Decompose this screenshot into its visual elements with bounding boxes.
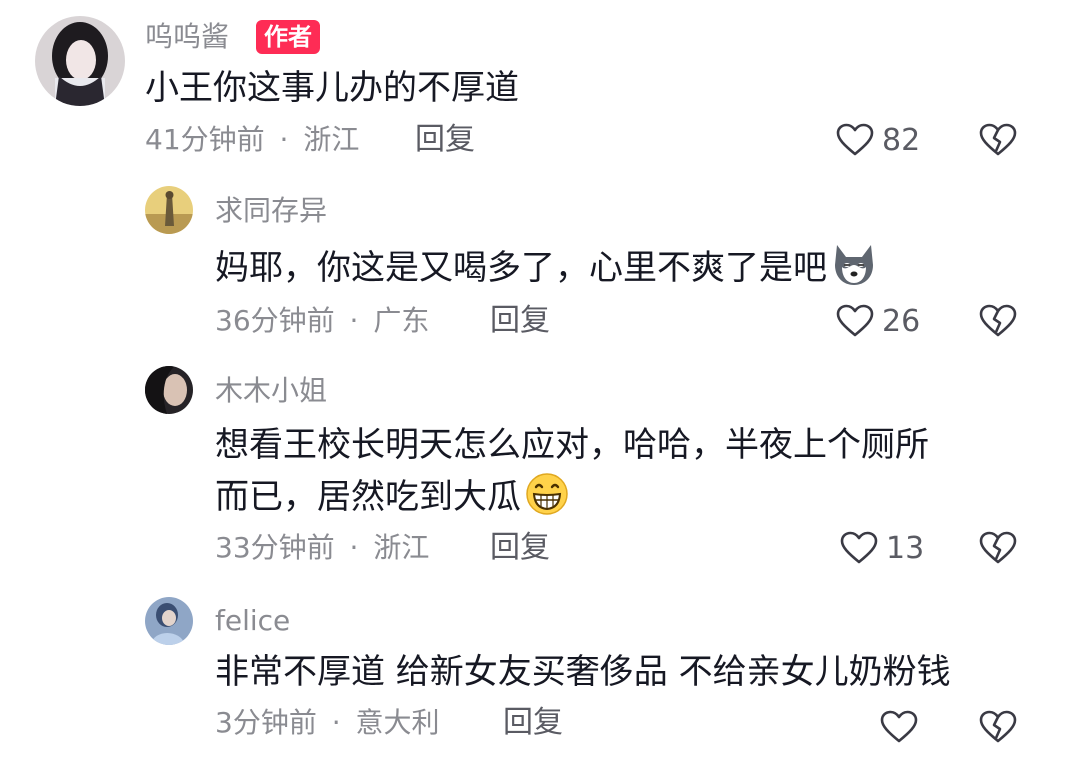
timestamp: 36分钟前 (215, 304, 335, 337)
broken-heart-icon (979, 304, 1017, 337)
like-button[interactable]: 13 (840, 528, 924, 568)
meta-separator: · (349, 304, 359, 337)
meta-separator: · (279, 123, 289, 156)
comment-text: 想看王校长明天怎么应对，哈哈，半夜上个厕所 而已，居然吃到大瓜 (215, 419, 929, 531)
username[interactable]: 木木小姐 (215, 372, 327, 410)
comment-text-line-1: 想看王校长明天怎么应对，哈哈，半夜上个厕所 (215, 425, 929, 465)
reply-button[interactable]: 回复 (490, 301, 550, 341)
dislike-button[interactable] (979, 710, 1017, 744)
avatar[interactable] (145, 186, 193, 234)
comment-meta: 33分钟前 · 浙江 (215, 528, 429, 568)
heart-outline-icon (836, 123, 874, 156)
location: 浙江 (373, 531, 430, 564)
comment-text-line-2: 而已，居然吃到大瓜 (215, 471, 929, 531)
location: 意大利 (355, 706, 440, 739)
like-count: 26 (882, 303, 921, 339)
avatar[interactable] (145, 597, 193, 645)
avatar-image (145, 186, 193, 234)
location: 广东 (373, 304, 430, 337)
avatar-image (145, 366, 193, 414)
avatar-image (35, 16, 125, 106)
heart-outline-icon (880, 710, 918, 743)
meta-separator: · (349, 531, 359, 564)
heart-outline-icon (840, 531, 878, 564)
username[interactable]: felice (215, 602, 290, 640)
comment-meta: 41分钟前 · 浙江 (145, 120, 359, 160)
username[interactable]: 呜呜酱 (145, 18, 229, 56)
broken-heart-icon (979, 710, 1017, 743)
reply-button[interactable]: 回复 (490, 528, 550, 568)
like-button[interactable]: 26 (836, 301, 920, 341)
avatar[interactable] (35, 16, 125, 106)
reply-button[interactable]: 回复 (503, 703, 563, 743)
husky-emoji-icon (835, 245, 873, 285)
timestamp: 41分钟前 (145, 123, 265, 156)
comment-meta: 3分钟前 · 意大利 (215, 703, 440, 743)
timestamp: 33分钟前 (215, 531, 335, 564)
dislike-button[interactable] (979, 304, 1017, 338)
reply-button[interactable]: 回复 (415, 120, 475, 160)
like-button[interactable] (880, 707, 918, 747)
broken-heart-icon (979, 531, 1017, 564)
comment-2: 求同存异 妈耶，你这是又喝多了，心里不爽了是吧 36分钟前 · 广东 回复 26 (0, 180, 1080, 350)
comment-text-body: 妈耶，你这是又喝多了，心里不爽了是吧 (215, 248, 827, 288)
like-button[interactable]: 82 (836, 120, 920, 160)
comment-text: 非常不厚道 给新女友买奢侈品 不给亲女儿奶粉钱 (215, 652, 951, 692)
heart-outline-icon (836, 304, 874, 337)
timestamp: 3分钟前 (215, 706, 317, 739)
dislike-button[interactable] (979, 531, 1017, 565)
comment-meta: 36分钟前 · 广东 (215, 301, 429, 341)
like-count: 82 (882, 122, 921, 158)
comment-1: 呜呜酱 作者 小王你这事儿办的不厚道 41分钟前 · 浙江 回复 82 (0, 0, 1080, 170)
dislike-button[interactable] (979, 123, 1017, 157)
username[interactable]: 求同存异 (215, 192, 327, 230)
author-badge: 作者 (256, 20, 320, 54)
avatar-image (145, 597, 193, 645)
grin-emoji-icon (526, 473, 568, 515)
like-count: 13 (886, 530, 925, 566)
husky-emoji (831, 243, 877, 302)
location: 浙江 (303, 123, 360, 156)
comment-4: felice 非常不厚道 给新女友买奢侈品 不给亲女儿奶粉钱 3分钟前 · 意大… (0, 590, 1080, 770)
meta-separator: · (331, 706, 341, 739)
comment-text-line-2-body: 而已，居然吃到大瓜 (215, 477, 521, 517)
comment-text: 小王你这事儿办的不厚道 (145, 68, 519, 108)
comment-text: 妈耶，你这是又喝多了，心里不爽了是吧 (215, 242, 877, 302)
broken-heart-icon (979, 123, 1017, 156)
avatar[interactable] (145, 366, 193, 414)
grin-emoji (525, 472, 569, 531)
comment-3: 木木小姐 想看王校长明天怎么应对，哈哈，半夜上个厕所 而已，居然吃到大瓜 33分… (0, 360, 1080, 585)
